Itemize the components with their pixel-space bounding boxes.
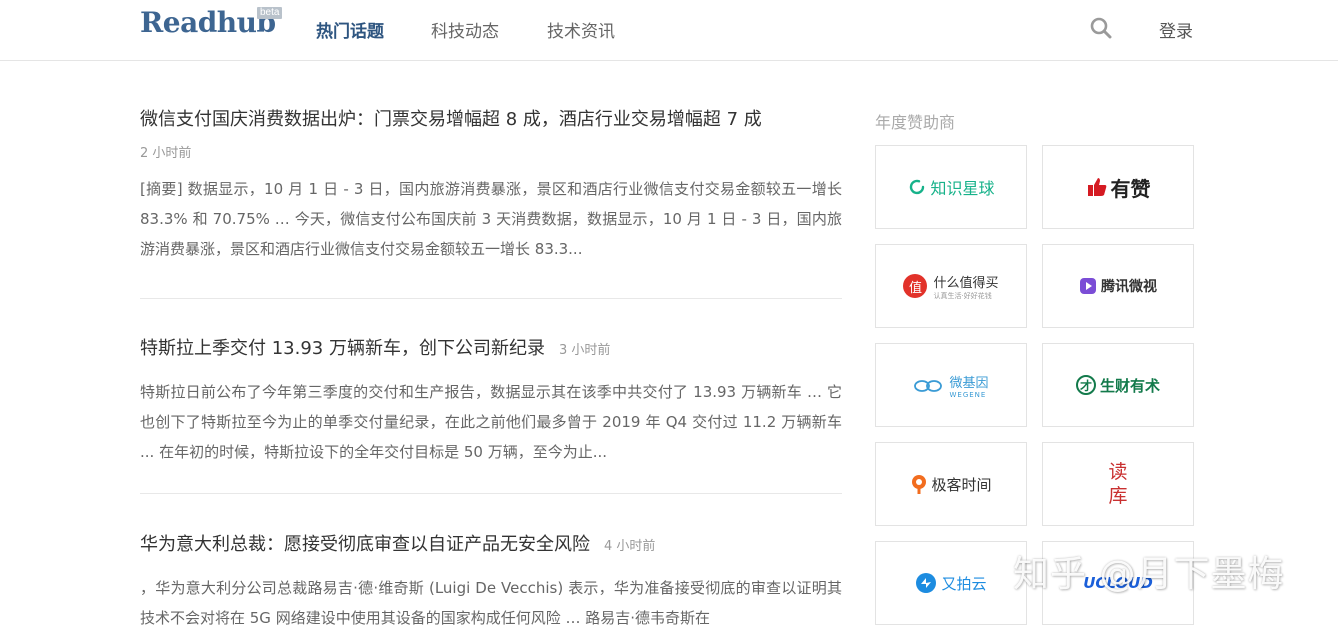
news-time: 2 小时前 <box>140 146 192 161</box>
site-logo[interactable]: Readhub <box>140 6 276 39</box>
news-title-row[interactable]: 特斯拉上季交付 13.93 万辆新车，创下公司新纪录 3 小时前 <box>140 336 842 364</box>
sponsor-label: 知识星球 <box>930 179 995 198</box>
smzdm-logo-icon: 值 <box>903 274 928 298</box>
sponsor-smzdm[interactable]: 值 什么值得买 认真生活·好好花钱 <box>875 244 1027 328</box>
sponsor-youzan[interactable]: 有赞 <box>1042 145 1194 229</box>
news-item: 特斯拉上季交付 13.93 万辆新车，创下公司新纪录 3 小时前 特斯拉日前公布了… <box>140 336 842 467</box>
upyun-icon <box>916 573 937 593</box>
sponsor-wegene[interactable]: 微基因 WEGENE <box>875 343 1027 427</box>
news-summary: [摘要] 数据显示，10 月 1 日 - 3 日，国内旅游消费暴涨，景区和酒店行… <box>140 180 842 258</box>
sponsor-weishi[interactable]: 腾讯微视 <box>1042 244 1194 328</box>
sponsor-label: 生财有术 <box>1099 376 1160 395</box>
news-time: 4 小时前 <box>604 539 656 554</box>
news-title[interactable]: 华为意大利总裁：愿接受彻底审查以自证产品无安全风险 <box>140 534 590 555</box>
news-item: 华为意大利总裁：愿接受彻底审查以自证产品无安全风险 4 小时前 ，华为意大利分公司… <box>140 532 842 633</box>
sponsor-section-title: 年度赞助商 <box>875 113 956 132</box>
divider <box>140 493 842 494</box>
tab-hot-topics[interactable]: 热门话题 <box>316 17 384 42</box>
sponsor-label: 腾讯微视 <box>1101 279 1157 295</box>
news-summary: ，华为意大利分公司总裁路易吉·德·维奇斯 (Luigi De Vecchis) … <box>140 579 842 627</box>
zsxq-icon <box>910 179 925 195</box>
sponsor-label: 微基因 <box>949 375 989 391</box>
news-title[interactable]: 微信支付国庆消费数据出炉：门票交易增幅超 8 成，酒店行业交易增幅超 7 成 <box>140 107 842 133</box>
sponsor-geektime[interactable]: 极客时间 <box>875 442 1027 526</box>
sponsor-shengcai[interactable]: 才 生财有术 <box>1042 343 1194 427</box>
sponsor-tagline: 认真生活·好好花钱 <box>933 291 992 300</box>
wegene-icon <box>914 380 943 392</box>
news-time: 3 小时前 <box>558 343 611 358</box>
sponsor-label: 有赞 <box>1110 176 1151 201</box>
news-title[interactable]: 特斯拉上季交付 13.93 万辆新车，创下公司新纪录 <box>140 338 545 359</box>
sponsor-label: 什么值得买 <box>933 275 999 291</box>
shengcai-icon: 才 <box>1075 375 1096 395</box>
sponsor-zsxq[interactable]: 知识星球 <box>875 145 1027 229</box>
sponsor-tagline: WEGENE <box>949 390 987 399</box>
search-icon[interactable] <box>1090 17 1112 39</box>
news-title-row[interactable]: 华为意大利总裁：愿接受彻底审查以自证产品无安全风险 4 小时前 <box>140 532 842 560</box>
duku-char: 库 <box>1108 485 1128 507</box>
tab-dev-news[interactable]: 技术资讯 <box>547 17 615 42</box>
geektime-icon <box>912 475 927 494</box>
news-summary: 特斯拉日前公布了今年第三季度的交付和生产报告，数据显示其在该季中共交付了 13.… <box>140 383 842 461</box>
news-item: 微信支付国庆消费数据出炉：门票交易增幅超 8 成，酒店行业交易增幅超 7 成 2… <box>140 107 842 264</box>
beta-badge: beta <box>257 7 283 19</box>
tab-tech-news[interactable]: 科技动态 <box>431 17 499 42</box>
login-link[interactable]: 登录 <box>1159 17 1193 42</box>
sponsor-label: 极客时间 <box>931 475 992 494</box>
duku-char: 读 <box>1108 461 1128 483</box>
weishi-icon <box>1080 278 1096 294</box>
sponsor-label: 又拍云 <box>941 574 987 593</box>
thumbs-up-icon <box>1087 178 1106 196</box>
sponsor-upyun[interactable]: 又拍云 <box>875 541 1027 625</box>
sponsor-duku[interactable]: 读库 读 库 <box>1042 442 1194 526</box>
divider <box>140 298 842 299</box>
watermark-text: 知乎 @月下墨梅 <box>1013 554 1285 595</box>
top-header: Readhub beta 热门话题 科技动态 技术资讯 登录 <box>0 0 1338 61</box>
